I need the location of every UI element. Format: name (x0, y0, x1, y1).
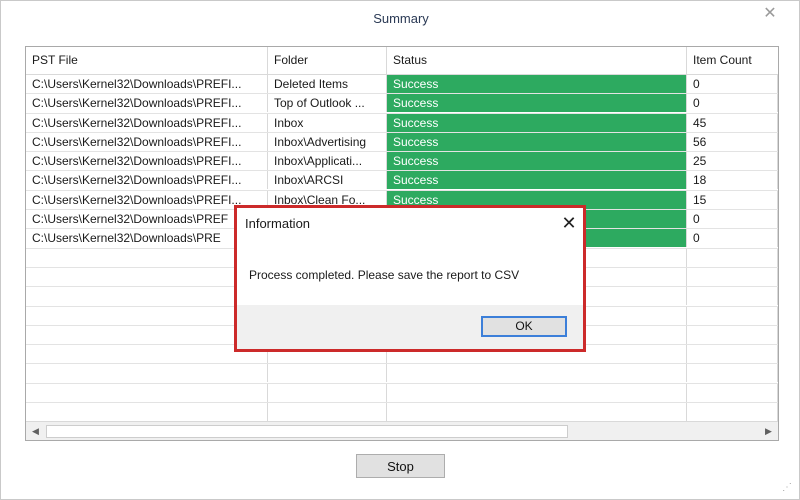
cell-item-count: 0 (687, 229, 778, 248)
cell-folder (268, 403, 387, 422)
cell-folder: Inbox\ARCSI (268, 171, 387, 190)
close-icon[interactable]: ✕ (761, 5, 779, 23)
cell-status: Success (387, 171, 687, 190)
cell-item-count: 56 (687, 132, 778, 151)
cell-pst-file (26, 403, 268, 422)
cell-item-count (687, 287, 778, 306)
table-row[interactable]: C:\Users\Kernel32\Downloads\PREFI... Top … (26, 94, 778, 114)
cell-status: Success (387, 132, 687, 151)
cell-pst-file: C:\Users\Kernel32\Downloads\PREFI... (26, 132, 268, 151)
cell-status: Success (387, 94, 687, 113)
dialog-close-icon[interactable]: ✕ (559, 213, 579, 233)
table-row[interactable]: C:\Users\Kernel32\Downloads\PREFI... Inbo… (26, 171, 778, 191)
cell-folder: Deleted Items (268, 75, 387, 93)
cell-status (387, 364, 687, 383)
cell-item-count: 45 (687, 113, 778, 132)
summary-window: Summary ✕ PST File Folder Status Item Co… (0, 0, 800, 500)
cell-pst-file: C:\Users\Kernel32\Downloads\PREFI... (26, 152, 268, 171)
cell-pst-file: C:\Users\Kernel32\Downloads\PREFI... (26, 113, 268, 132)
table-row[interactable] (26, 364, 778, 384)
cell-item-count (687, 364, 778, 383)
cell-status: Success (387, 152, 687, 171)
column-header-status[interactable]: Status (387, 47, 687, 74)
cell-pst-file (26, 306, 268, 325)
table-row[interactable]: C:\Users\Kernel32\Downloads\PREFI... Inbo… (26, 152, 778, 172)
cell-item-count: 25 (687, 152, 778, 171)
cell-status: Success (387, 75, 687, 93)
column-header-pst-file[interactable]: PST File (26, 47, 268, 74)
cell-pst-file (26, 345, 268, 364)
table-row[interactable]: C:\Users\Kernel32\Downloads\PREFI... Dele… (26, 75, 778, 95)
dialog-footer: OK (237, 305, 583, 349)
cell-folder (268, 383, 387, 402)
window-title: Summary (373, 11, 429, 26)
cell-pst-file (26, 325, 268, 344)
dialog-message: Process completed. Please save the repor… (249, 268, 520, 282)
scroll-right-icon[interactable]: ▶ (759, 422, 778, 440)
cell-status: Success (387, 113, 687, 132)
cell-item-count: 0 (687, 210, 778, 229)
table-header: PST File Folder Status Item Count (26, 47, 778, 75)
cell-pst-file: C:\Users\Kernel32\Downloads\PREFI... (26, 94, 268, 113)
stop-button[interactable]: Stop (356, 454, 445, 478)
table-row[interactable] (26, 383, 778, 404)
information-dialog: Information ✕ Process completed. Please … (234, 205, 586, 352)
cell-item-count (687, 383, 778, 402)
cell-pst-file (26, 248, 268, 267)
cell-folder: Inbox\Advertising (268, 132, 387, 151)
cell-item-count: 18 (687, 171, 778, 190)
cell-pst-file (26, 364, 268, 383)
cell-item-count (687, 345, 778, 364)
cell-item-count (687, 325, 778, 344)
cell-item-count: 15 (687, 190, 778, 209)
ok-button[interactable]: OK (481, 316, 567, 337)
cell-pst-file (26, 287, 268, 306)
scroll-left-icon[interactable]: ◀ (26, 422, 45, 440)
cell-item-count (687, 306, 778, 325)
cell-folder: Inbox (268, 113, 387, 132)
table-row[interactable]: C:\Users\Kernel32\Downloads\PREFI... Inbo… (26, 132, 778, 153)
cell-pst-file: C:\Users\Kernel32\Downloads\PRE (26, 229, 268, 248)
cell-pst-file: C:\Users\Kernel32\Downloads\PREFI... (26, 171, 268, 190)
cell-item-count: 0 (687, 75, 778, 93)
resize-grip-icon[interactable]: ⋰ (782, 482, 792, 493)
scrollbar-thumb[interactable] (46, 425, 568, 438)
table-row[interactable] (26, 403, 778, 423)
cell-item-count (687, 248, 778, 267)
column-header-item-count[interactable]: Item Count (687, 47, 778, 74)
table-row[interactable]: C:\Users\Kernel32\Downloads\PREFI... Inbo… (26, 113, 778, 133)
dialog-title: Information (245, 216, 311, 231)
horizontal-scrollbar[interactable]: ◀ ▶ (26, 421, 778, 440)
cell-item-count (687, 267, 778, 286)
cell-item-count (687, 403, 778, 422)
cell-item-count: 0 (687, 94, 778, 113)
cell-pst-file (26, 267, 268, 286)
cell-folder: Top of Outlook ... (268, 94, 387, 113)
cell-pst-file: C:\Users\Kernel32\Downloads\PREF (26, 210, 268, 229)
cell-pst-file: C:\Users\Kernel32\Downloads\PREFI... (26, 75, 268, 93)
cell-pst-file (26, 383, 268, 402)
cell-folder (268, 364, 387, 383)
cell-status (387, 383, 687, 402)
cell-pst-file: C:\Users\Kernel32\Downloads\PREFI... (26, 190, 268, 209)
cell-folder: Inbox\Applicati... (268, 152, 387, 171)
cell-status (387, 403, 687, 422)
column-header-folder[interactable]: Folder (268, 47, 387, 74)
